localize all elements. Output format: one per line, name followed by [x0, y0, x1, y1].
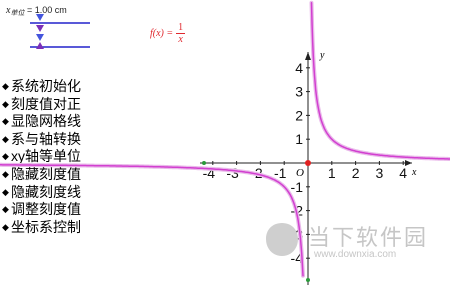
- watermark-logo: [266, 223, 298, 256]
- watermark-url: www.downxia.com: [314, 249, 397, 260]
- x-tick-label: 3: [376, 165, 384, 181]
- y-tick-label: -1: [291, 179, 304, 195]
- y-axis-arrow-icon: [305, 52, 311, 60]
- curve-glow: [309, 0, 450, 161]
- x-axis-label: x: [411, 167, 417, 178]
- y-axis-label: y: [319, 50, 325, 61]
- y-tick-label: 4: [295, 60, 303, 76]
- y-tick-label: 3: [295, 84, 303, 100]
- y-tick-label: 1: [295, 131, 303, 147]
- curve-branch-positive: [310, 2, 450, 160]
- curve-branch-negative: [0, 164, 304, 277]
- x-tick-label: 4: [399, 165, 407, 181]
- x-tick-label: 2: [352, 165, 360, 181]
- axis-endpoint-dot: [306, 278, 310, 282]
- x-tick-label: 1: [328, 165, 336, 181]
- curve-glow: [0, 162, 305, 278]
- origin-dot: [305, 160, 311, 166]
- y-tick-label: 2: [295, 107, 303, 123]
- watermark-name: 当下软件园: [308, 225, 429, 250]
- origin-label: O: [296, 167, 304, 179]
